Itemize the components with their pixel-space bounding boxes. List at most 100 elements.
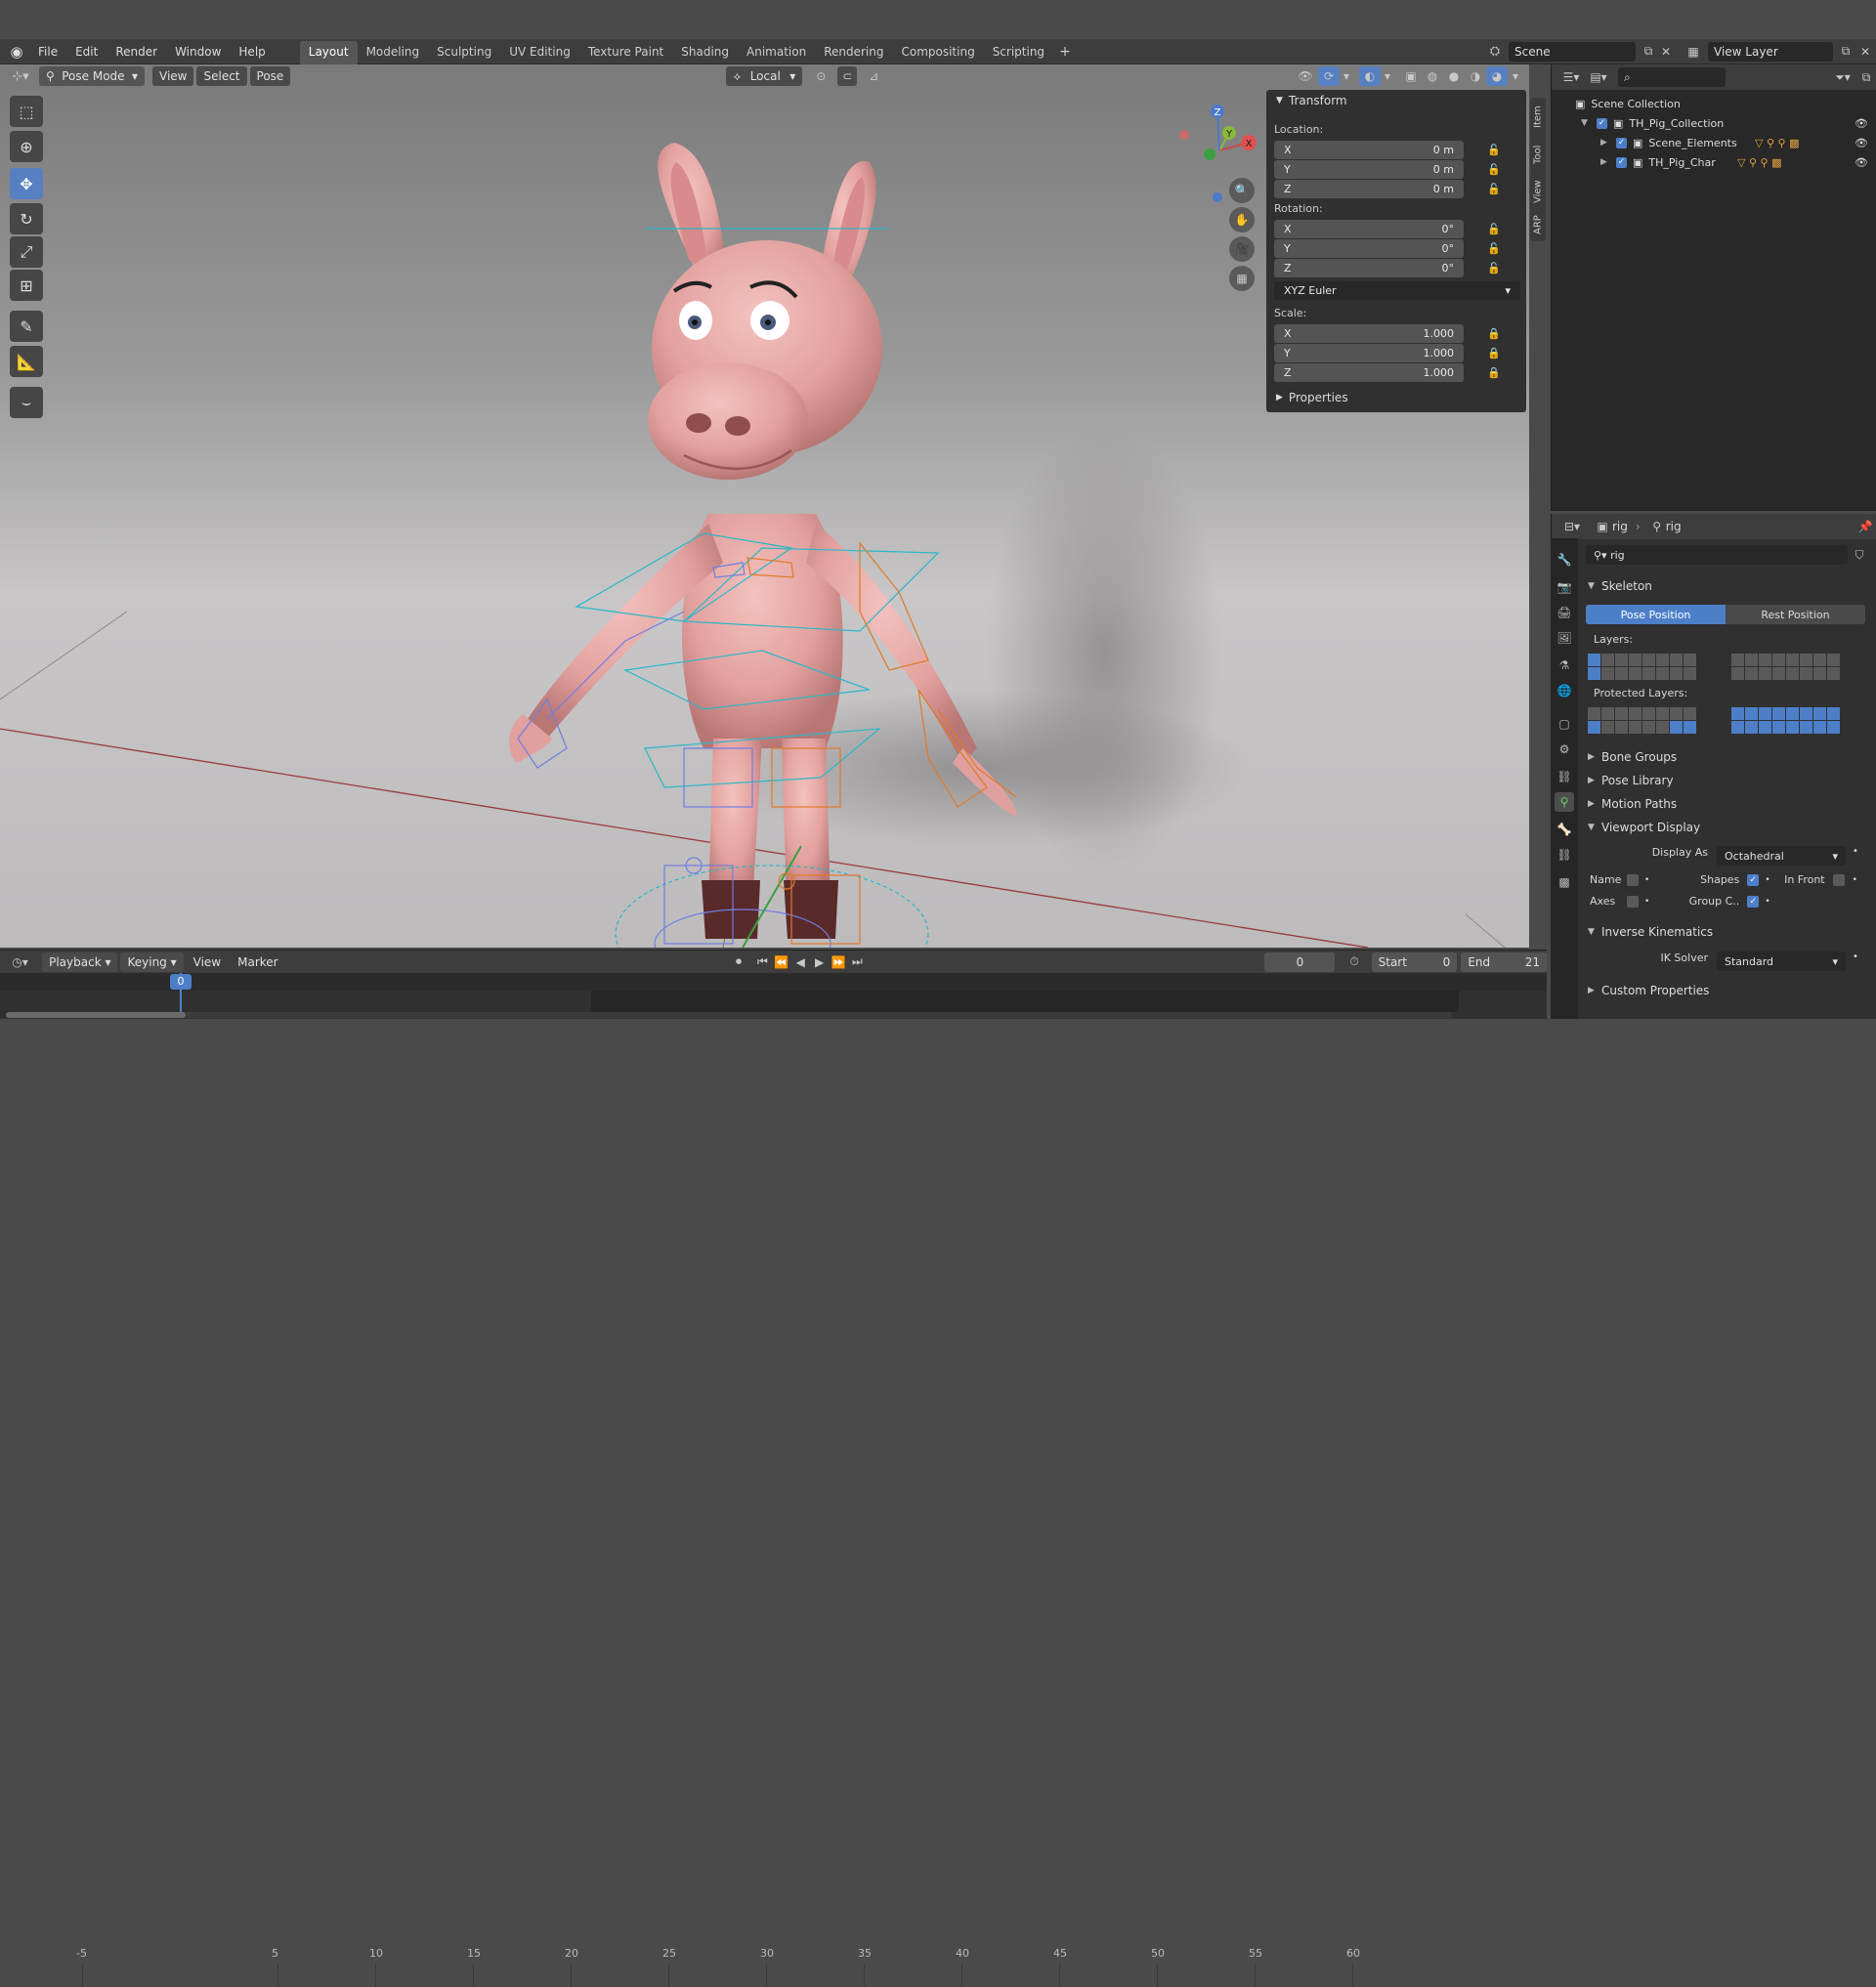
jump-keyframe-forward-icon[interactable]: ⏩ — [829, 955, 847, 969]
lock-icon[interactable]: 🔒 — [1487, 327, 1501, 341]
layer-toggle[interactable] — [1656, 721, 1669, 734]
editor-type-icon[interactable]: ⊹▾ — [6, 69, 35, 84]
fake-user-shield-icon[interactable]: ⛉ — [1850, 545, 1869, 565]
scale-tool-icon[interactable]: ⤢ — [10, 236, 43, 268]
layer-toggle[interactable] — [1827, 667, 1840, 680]
outliner-search-input[interactable]: ⌕ — [1618, 67, 1726, 87]
layer-toggle[interactable] — [1759, 707, 1771, 720]
menu-render[interactable]: Render — [107, 39, 166, 64]
marker-menu[interactable]: Marker — [231, 952, 284, 972]
xray-icon[interactable]: ▣ — [1400, 69, 1422, 83]
layer-toggle[interactable] — [1786, 654, 1799, 666]
layer-toggle[interactable] — [1786, 707, 1799, 720]
outliner-row[interactable]: ▣ Scene Collection — [1552, 94, 1876, 113]
layer-toggle[interactable] — [1629, 654, 1642, 666]
timeline-scrollbar-thumb[interactable] — [6, 1012, 186, 1018]
layer-toggle[interactable] — [1772, 667, 1785, 680]
rotation-z-field[interactable]: Z 0° — [1274, 259, 1464, 277]
layer-toggle[interactable] — [1670, 721, 1683, 734]
display-as-dropdown[interactable]: Octahedral ▾ — [1717, 846, 1846, 866]
scene-tab-icon[interactable]: ⚗ — [1555, 655, 1574, 675]
transform-tool-icon[interactable]: ⊞ — [10, 270, 43, 301]
playback-menu[interactable]: Playback ▾ — [42, 951, 118, 972]
viewport-display-section-header[interactable]: ▼ Viewport Display — [1588, 818, 1871, 837]
rotation-mode-dropdown[interactable]: XYZ Euler ▾ — [1274, 281, 1520, 300]
pivot-icon[interactable]: ⊙ — [808, 69, 833, 83]
perspective-grid-icon[interactable]: ▦ — [1229, 266, 1255, 291]
tab-sculpting[interactable]: Sculpting — [428, 41, 500, 64]
zoom-icon[interactable]: 🔍 — [1229, 178, 1255, 203]
sidebar-tab-tool[interactable]: Tool — [1530, 135, 1546, 174]
name-checkbox[interactable] — [1627, 873, 1639, 886]
layer-toggle[interactable] — [1827, 707, 1840, 720]
section-bone-groups[interactable]: ▶ Bone Groups — [1588, 747, 1871, 767]
layer-toggle[interactable] — [1813, 654, 1826, 666]
constraint-tab-icon[interactable]: ⛓ — [1555, 767, 1574, 786]
include-checkbox[interactable]: ✓ — [1616, 156, 1627, 168]
sidebar-tab-arp[interactable]: ARP — [1530, 209, 1546, 241]
view-menu[interactable]: View — [152, 66, 194, 86]
sidebar-tab-item[interactable]: Item — [1530, 98, 1546, 137]
rotate-tool-icon[interactable]: ↻ — [10, 203, 43, 234]
tab-scripting[interactable]: Scripting — [984, 41, 1053, 64]
tab-uv-editing[interactable]: UV Editing — [500, 41, 579, 64]
layer-toggle[interactable] — [1601, 707, 1614, 720]
select-box-tool-icon[interactable]: ⬚ — [10, 96, 43, 127]
lock-icon[interactable]: 🔒 — [1487, 347, 1501, 360]
layer-toggle[interactable] — [1601, 667, 1614, 680]
layer-toggle[interactable] — [1601, 721, 1614, 734]
rotation-x-field[interactable]: X 0° — [1274, 220, 1464, 238]
pin-icon[interactable]: 📌 — [1854, 520, 1876, 533]
location-z-field[interactable]: Z 0 m — [1274, 180, 1464, 198]
layer-toggle[interactable] — [1588, 667, 1600, 680]
world-tab-icon[interactable]: 🌐 — [1555, 681, 1574, 700]
tab-rendering[interactable]: Rendering — [815, 41, 892, 64]
child-data-icons[interactable]: ▽ ⚲ ⚲ ▩ — [1737, 156, 1781, 169]
include-checkbox[interactable]: ✓ — [1616, 137, 1627, 148]
tool-tab-icon[interactable]: 🔧 — [1555, 550, 1574, 570]
outliner-row[interactable]: ▶ ✓ ▣ TH_Pig_Char 👁 ▽ ⚲ ⚲ ▩ — [1552, 152, 1876, 172]
layer-toggle[interactable] — [1670, 707, 1683, 720]
layer-toggle[interactable] — [1684, 721, 1696, 734]
display-mode-icon[interactable]: ▤▾ — [1585, 70, 1612, 84]
keyframe-dot-icon[interactable]: • — [1853, 875, 1857, 885]
layer-toggle[interactable] — [1629, 667, 1642, 680]
layer-toggle[interactable] — [1800, 667, 1812, 680]
layer-toggle[interactable] — [1800, 721, 1812, 734]
scene-selector[interactable]: Scene — [1509, 41, 1636, 62]
layer-toggle[interactable] — [1745, 667, 1758, 680]
layer-toggle[interactable] — [1745, 721, 1758, 734]
new-scene-icon[interactable]: ⧉ — [1640, 44, 1657, 59]
play-icon[interactable]: ▶ — [810, 955, 829, 969]
chevron-down-icon[interactable]: ▾ — [1508, 69, 1523, 83]
view-layer-selector[interactable]: View Layer — [1708, 41, 1833, 62]
rotation-y-field[interactable]: Y 0° — [1274, 239, 1464, 258]
scene-icon[interactable]: ⛭ — [1485, 44, 1505, 59]
tab-compositing[interactable]: Compositing — [892, 41, 983, 64]
keyframe-dot-icon[interactable]: • — [1853, 846, 1858, 857]
scale-z-field[interactable]: Z 1.000 — [1274, 363, 1464, 382]
timeline-scrollbar[interactable] — [6, 1012, 1452, 1018]
timeline-area[interactable]: -5 5 10 15 20 25 30 35 40 45 50 55 60 0 — [0, 973, 1547, 1987]
snap-target-icon[interactable]: ⊿ — [861, 69, 886, 83]
modifier-tab-icon[interactable]: ⚙ — [1555, 740, 1574, 759]
record-icon[interactable]: ⏺ — [730, 954, 746, 969]
layer-toggle[interactable] — [1615, 721, 1628, 734]
layer-toggle[interactable] — [1731, 654, 1744, 666]
play-reverse-icon[interactable]: ◀ — [791, 955, 810, 969]
navigation-gizmo[interactable]: X Y Z — [1172, 94, 1270, 211]
armature-data-tab-icon[interactable]: ⚲ — [1555, 792, 1574, 812]
mode-selector[interactable]: ⚲ Pose Mode ▾ — [39, 66, 145, 86]
render-tab-icon[interactable]: 📷 — [1555, 577, 1574, 597]
pose-position-button[interactable]: Pose Position — [1586, 605, 1726, 624]
output-tab-icon[interactable]: 🖨 — [1555, 603, 1574, 622]
expand-right-icon[interactable]: ▶ — [1600, 157, 1612, 167]
include-checkbox[interactable]: ✓ — [1597, 117, 1607, 129]
layer-toggle[interactable] — [1827, 721, 1840, 734]
chevron-down-icon[interactable]: ▾ — [1381, 69, 1394, 83]
outliner-editor-type-icon[interactable]: ☰▾ — [1557, 70, 1585, 84]
texture-tab-icon[interactable]: ▩ — [1555, 872, 1574, 892]
scale-x-field[interactable]: X 1.000 — [1274, 324, 1464, 343]
measure-tool-icon[interactable]: 📐 — [10, 346, 43, 377]
properties-subpanel-header[interactable]: ▶ Properties — [1276, 391, 1348, 404]
